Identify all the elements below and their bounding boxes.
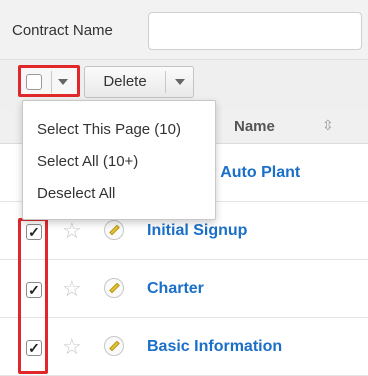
- mass-select-control[interactable]: [18, 65, 80, 97]
- contract-name-input[interactable]: [148, 12, 362, 50]
- checkbox-column-highlight: [18, 218, 48, 374]
- menu-item-select-this-page[interactable]: Select This Page (10): [37, 121, 181, 138]
- chevron-down-icon: [57, 79, 68, 85]
- filter-bar: Contract Name: [0, 0, 368, 60]
- contract-name-link[interactable]: Charter: [147, 280, 204, 298]
- contract-name-link[interactable]: Basic Information: [147, 338, 282, 356]
- contract-name-label: Contract Name: [12, 22, 113, 39]
- menu-item-select-all[interactable]: Select All (10+): [37, 153, 138, 170]
- table-row: ✓ ☆ Basic Information: [0, 318, 368, 376]
- star-icon[interactable]: ☆: [62, 334, 82, 360]
- mass-select-dropdown-toggle[interactable]: [51, 71, 73, 93]
- menu-item-deselect-all[interactable]: Deselect All: [37, 185, 115, 202]
- star-icon[interactable]: ☆: [62, 276, 82, 302]
- pencil-icon[interactable]: [104, 336, 124, 356]
- delete-button[interactable]: Delete: [85, 67, 165, 97]
- column-header-name[interactable]: Name: [234, 118, 275, 135]
- contract-name-link[interactable]: Initial Signup: [147, 222, 247, 240]
- pencil-icon[interactable]: [104, 220, 124, 240]
- delete-actions-dropdown-toggle[interactable]: [165, 71, 193, 93]
- pencil-icon[interactable]: [104, 278, 124, 298]
- mass-select-menu: Select This Page (10) Select All (10+) D…: [22, 100, 216, 220]
- table-row: ✓ ☆ Charter: [0, 260, 368, 318]
- sort-icon[interactable]: ⇳: [322, 117, 334, 134]
- select-all-checkbox[interactable]: [26, 74, 42, 90]
- chevron-down-icon: [174, 79, 185, 85]
- star-icon[interactable]: ☆: [62, 218, 82, 244]
- delete-button-group: Delete: [84, 66, 194, 98]
